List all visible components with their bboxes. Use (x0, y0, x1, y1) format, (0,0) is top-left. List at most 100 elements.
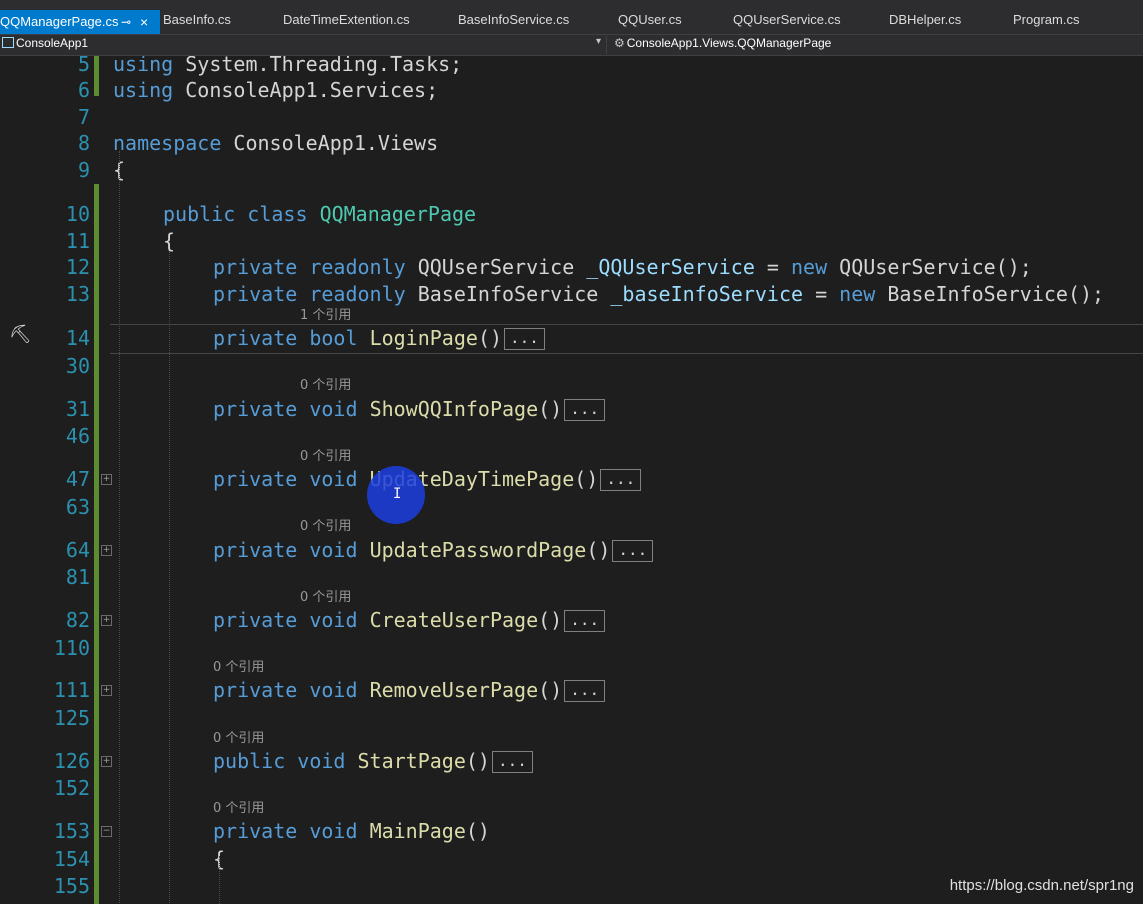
line-number: 82 (65, 608, 90, 632)
code-text[interactable]: private void ShowQQInfoPage()... (213, 396, 606, 422)
code-line[interactable]: 7 (0, 104, 1143, 130)
line-number: 153 (53, 819, 90, 843)
tab-program[interactable]: Program.cs (1013, 8, 1079, 32)
code-token: private (213, 326, 298, 350)
tab-qquserservice[interactable]: QQUserService.cs (733, 8, 841, 32)
code-line[interactable]: 10 public class QQManagerPage (0, 201, 1143, 227)
project-dropdown[interactable]: ConsoleApp1 (0, 36, 607, 54)
code-line[interactable]: 63 (0, 494, 1143, 520)
line-number: 46 (65, 424, 90, 448)
reference-count-hint[interactable]: 0 个引用 (213, 801, 264, 817)
code-token: private (213, 397, 298, 421)
code-line[interactable]: 6 using ConsoleApp1.Services; (0, 77, 1143, 103)
collapsed-region-button[interactable]: ... (491, 751, 533, 773)
tab-datetimeextention[interactable]: DateTimeExtention.cs (283, 8, 410, 32)
code-token: private (213, 678, 298, 702)
chevron-down-icon[interactable]: ▾ (596, 36, 601, 47)
code-line[interactable]: 110 (0, 635, 1143, 661)
code-text[interactable]: private readonly BaseInfoService _baseIn… (213, 281, 1104, 307)
code-text[interactable]: private bool LoginPage()... (213, 325, 545, 351)
reference-count-hint[interactable]: 0 个引用 (300, 378, 351, 394)
code-line[interactable]: 30 (0, 353, 1143, 379)
collapsed-region-button[interactable]: ... (600, 469, 642, 491)
reference-count-hint[interactable]: 0 个引用 (213, 660, 264, 676)
code-line[interactable]: 126 public void StartPage()... + (0, 748, 1143, 774)
code-token: () (538, 397, 563, 421)
pin-icon[interactable]: ⊸ (121, 10, 131, 34)
reference-count-hint[interactable]: 0 个引用 (300, 590, 351, 606)
tab-baseinfoservice[interactable]: BaseInfoService.cs (458, 8, 569, 32)
code-line[interactable]: 153 private void MainPage() − (0, 818, 1143, 844)
code-line[interactable]: 12 private readonly QQUserService _QQUser… (0, 254, 1143, 280)
code-line[interactable]: 47 private void UpdateDayTimePage()... + (0, 466, 1143, 492)
code-text[interactable]: using System.Threading.Tasks; (113, 56, 462, 77)
reference-count-hint[interactable]: 0 个引用 (300, 519, 351, 535)
tab-qqmanagerpage[interactable]: QQManagerPage.cs ⊸ × (0, 10, 160, 34)
code-token: QQManagerPage (319, 202, 477, 226)
expand-icon[interactable]: + (101, 756, 112, 767)
indent-guide (219, 856, 220, 904)
line-number: 14 (65, 326, 90, 350)
collapse-icon[interactable]: − (101, 826, 112, 837)
code-line[interactable]: 125 (0, 705, 1143, 731)
expand-icon[interactable]: + (101, 545, 112, 556)
code-text[interactable]: using ConsoleApp1.Services; (113, 77, 438, 103)
close-icon[interactable]: × (140, 10, 148, 34)
code-token: bool (309, 326, 358, 350)
tab-dbhelper[interactable]: DBHelper.cs (889, 8, 961, 32)
member-dropdown[interactable]: ⚙ ConsoleApp1.Views.QQManagerPage (614, 36, 831, 50)
code-token: () (538, 608, 563, 632)
code-text[interactable]: private void UpdatePasswordPage()... (213, 537, 654, 563)
expand-icon[interactable]: + (101, 685, 112, 696)
collapsed-region-button[interactable]: ... (564, 680, 606, 702)
code-line[interactable]: 31 private void ShowQQInfoPage()... (0, 396, 1143, 422)
collapsed-region-button[interactable]: ... (564, 610, 606, 632)
tab-baseinfo[interactable]: BaseInfo.cs (163, 8, 231, 32)
line-number: 64 (65, 538, 90, 562)
code-line[interactable]: 82 private void CreateUserPage()... + (0, 607, 1143, 633)
collapsed-region-button[interactable]: ... (504, 328, 545, 350)
reference-count-hint[interactable]: 0 个引用 (300, 449, 351, 465)
code-line[interactable]: 152 (0, 775, 1143, 801)
code-line[interactable]: 14 private bool LoginPage()... (0, 325, 1143, 351)
code-text[interactable]: private void MainPage() (213, 818, 490, 844)
tab-qquser[interactable]: QQUser.cs (618, 8, 682, 32)
code-line[interactable]: 9{ (0, 157, 1143, 183)
code-line[interactable]: 8 namespace ConsoleApp1.Views (0, 130, 1143, 156)
navigation-bar: ConsoleApp1 ▾ ⚙ ConsoleApp1.Views.QQManag… (0, 35, 1143, 56)
collapsed-region-button[interactable]: ... (564, 399, 606, 421)
code-text[interactable]: private void RemoveUserPage()... (213, 677, 606, 703)
code-line[interactable]: 5 using System.Threading.Tasks; (0, 56, 1143, 77)
code-token: ConsoleApp1.Services; (173, 78, 439, 102)
code-line[interactable]: 154{ (0, 846, 1143, 872)
code-token: private (213, 608, 298, 632)
code-line[interactable]: 46 (0, 423, 1143, 449)
code-text[interactable]: public void StartPage()... (213, 748, 533, 774)
code-text[interactable]: private readonly QQUserService _QQUserSe… (213, 254, 1032, 280)
expand-icon[interactable]: + (101, 615, 112, 626)
code-text[interactable]: private void CreateUserPage()... (213, 607, 606, 633)
code-text[interactable]: private void UpdateDayTimePage()... (213, 466, 642, 492)
code-text[interactable]: public class QQManagerPage (163, 201, 476, 227)
code-line[interactable]: 11 { (0, 228, 1143, 254)
code-token: () (586, 538, 611, 562)
code-token: MainPage (369, 819, 466, 843)
code-line[interactable]: 81 (0, 564, 1143, 590)
reference-count-hint[interactable]: 0 个引用 (213, 731, 264, 747)
code-text[interactable]: namespace ConsoleApp1.Views (113, 130, 438, 156)
code-line[interactable]: 13 private readonly BaseInfoService _base… (0, 281, 1143, 307)
reference-count-hint[interactable]: 1 个引用 (300, 308, 351, 324)
code-line[interactable]: 111 private void RemoveUserPage()... + (0, 677, 1143, 703)
code-editor[interactable]: ⛏ 5 using System.Threading.Tasks; 6 using C… (0, 56, 1143, 904)
code-line[interactable]: 64 private void UpdatePasswordPage()... + (0, 537, 1143, 563)
expand-icon[interactable]: + (101, 474, 112, 485)
code-token: System.Threading.Tasks; (173, 56, 463, 76)
code-token: readonly (309, 282, 406, 306)
code-token: readonly (309, 255, 406, 279)
collapsed-region-button[interactable]: ... (612, 540, 654, 562)
